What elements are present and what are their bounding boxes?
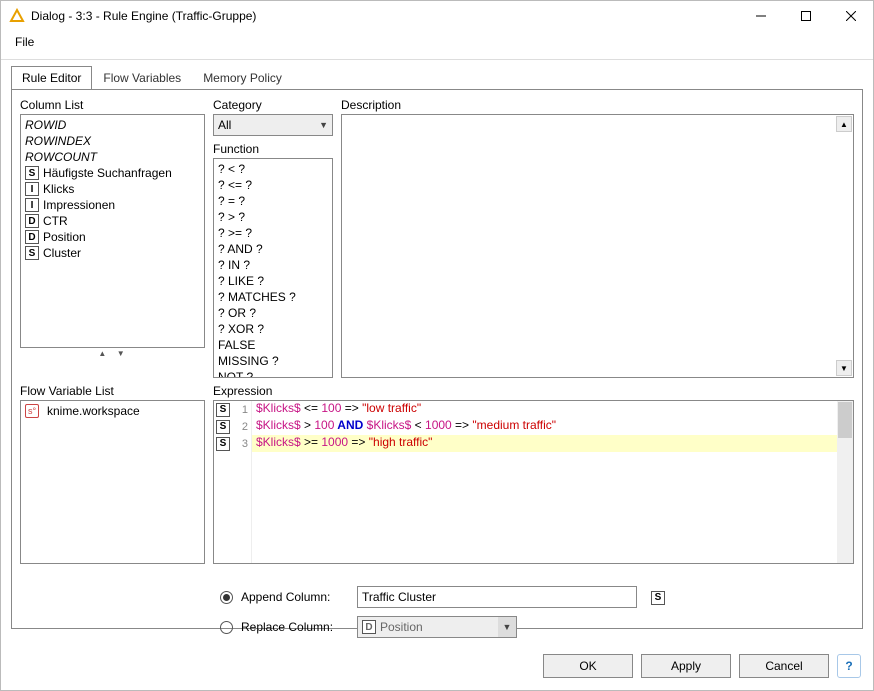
function-label: Function [213, 142, 333, 156]
close-button[interactable] [828, 1, 873, 31]
list-item[interactable]: ? < ? [214, 161, 332, 177]
list-item[interactable]: IKlicks [21, 181, 204, 197]
chevron-down-icon: ▼ [319, 120, 328, 130]
list-item[interactable]: ? > ? [214, 209, 332, 225]
list-item[interactable]: ? >= ? [214, 225, 332, 241]
scroll-up-icon[interactable]: ▲ [836, 116, 852, 132]
function-panel: ? < ? ? <= ? ? = ? ? > ? ? >= ? ? AND ? … [213, 158, 333, 378]
list-item[interactable]: ? = ? [214, 193, 332, 209]
category-label: Category [213, 98, 333, 112]
content-panel: Column List ROWID ROWINDEX ROWCOUNT SHäu… [11, 89, 863, 629]
list-item[interactable]: SHäufigste Suchanfragen [21, 165, 204, 181]
upper-panels: Column List ROWID ROWINDEX ROWCOUNT SHäu… [20, 98, 854, 378]
list-item[interactable]: ? IN ? [214, 257, 332, 273]
list-item[interactable]: ? AND ? [214, 241, 332, 257]
description-label: Description [341, 98, 854, 112]
ok-button[interactable]: OK [543, 654, 633, 678]
list-item[interactable]: ROWINDEX [21, 133, 204, 149]
menu-file[interactable]: File [11, 33, 38, 51]
gutter: S1 S2 S3 [214, 401, 252, 563]
replace-column-radio[interactable] [220, 621, 233, 634]
maximize-button[interactable] [783, 1, 828, 31]
type-badge: S [25, 166, 39, 180]
type-badge: S [216, 437, 230, 451]
type-badge: D [25, 230, 39, 244]
list-item[interactable]: DPosition [21, 229, 204, 245]
append-column-label: Append Column: [241, 590, 349, 604]
list-item[interactable]: MISSING ? [214, 353, 332, 369]
list-item[interactable]: SCluster [21, 245, 204, 261]
list-item[interactable]: ? MATCHES ? [214, 289, 332, 305]
list-item[interactable]: ROWCOUNT [21, 149, 204, 165]
list-item[interactable]: ? <= ? [214, 177, 332, 193]
list-item[interactable]: ROWID [21, 117, 204, 133]
expression-label: Expression [213, 384, 854, 398]
code-area[interactable]: $Klicks$ <= 100 => "low traffic" $Klicks… [252, 401, 837, 563]
button-bar: OK Apply Cancel ? [543, 654, 861, 678]
list-item[interactable]: ? OR ? [214, 305, 332, 321]
type-badge: D [362, 620, 376, 634]
replace-column-select: D Position ▼ [357, 616, 517, 638]
tab-flow-variables[interactable]: Flow Variables [92, 66, 192, 89]
titlebar: Dialog - 3:3 - Rule Engine (Traffic-Grup… [1, 1, 873, 31]
expression-editor[interactable]: S1 S2 S3 $Klicks$ <= 100 => "low traffic… [213, 400, 854, 564]
list-item[interactable]: DCTR [21, 213, 204, 229]
flow-var-listbox[interactable]: s° knime.workspace [21, 401, 204, 563]
app-icon [9, 8, 25, 24]
menubar: File [1, 31, 873, 60]
column-listbox[interactable]: ROWID ROWINDEX ROWCOUNT SHäufigste Sucha… [21, 115, 204, 347]
tab-row: Rule Editor Flow Variables Memory Policy [1, 60, 873, 89]
type-badge: I [25, 198, 39, 212]
column-list-label: Column List [20, 98, 205, 112]
cancel-button[interactable]: Cancel [739, 654, 829, 678]
type-badge: S [25, 246, 39, 260]
append-column-radio[interactable] [220, 591, 233, 604]
function-listbox[interactable]: ? < ? ? <= ? ? = ? ? > ? ? >= ? ? AND ? … [214, 159, 332, 377]
description-panel: ▲ ▼ [341, 114, 854, 378]
chevron-down-icon: ▼ [498, 617, 516, 637]
mid-row: Flow Variable List s° knime.workspace Ex… [20, 384, 854, 564]
scrollbar[interactable] [837, 401, 853, 563]
flow-var-label: Flow Variable List [20, 384, 205, 398]
list-item[interactable]: IImpressionen [21, 197, 204, 213]
help-button[interactable]: ? [837, 654, 861, 678]
scroll-down-icon[interactable]: ▼ [836, 360, 852, 376]
window-title: Dialog - 3:3 - Rule Engine (Traffic-Grup… [31, 9, 738, 23]
tab-memory-policy[interactable]: Memory Policy [192, 66, 293, 89]
list-item[interactable]: NOT ? [214, 369, 332, 377]
flowvar-icon: s° [25, 404, 39, 418]
window-controls [738, 1, 873, 31]
scrollbar-thumb[interactable] [838, 402, 852, 438]
type-badge: S [216, 420, 230, 434]
column-list-panel: ROWID ROWINDEX ROWCOUNT SHäufigste Sucha… [20, 114, 205, 348]
flow-var-panel: s° knime.workspace [20, 400, 205, 564]
append-column-input[interactable] [357, 586, 637, 608]
type-badge: S [216, 403, 230, 417]
minimize-button[interactable] [738, 1, 783, 31]
type-badge: D [25, 214, 39, 228]
tab-rule-editor[interactable]: Rule Editor [11, 66, 92, 89]
category-select[interactable]: All▼ [213, 114, 333, 136]
output-options: Append Column: S Replace Column: D Posit… [20, 578, 854, 646]
list-item[interactable]: FALSE [214, 337, 332, 353]
list-item[interactable]: ? LIKE ? [214, 273, 332, 289]
list-item[interactable]: ? XOR ? [214, 321, 332, 337]
list-item[interactable]: s° knime.workspace [21, 403, 204, 419]
type-badge: I [25, 182, 39, 196]
replace-column-label: Replace Column: [241, 620, 349, 634]
apply-button[interactable]: Apply [641, 654, 731, 678]
splitter[interactable]: ▲ ▼ [20, 348, 205, 358]
type-badge: S [651, 591, 665, 605]
